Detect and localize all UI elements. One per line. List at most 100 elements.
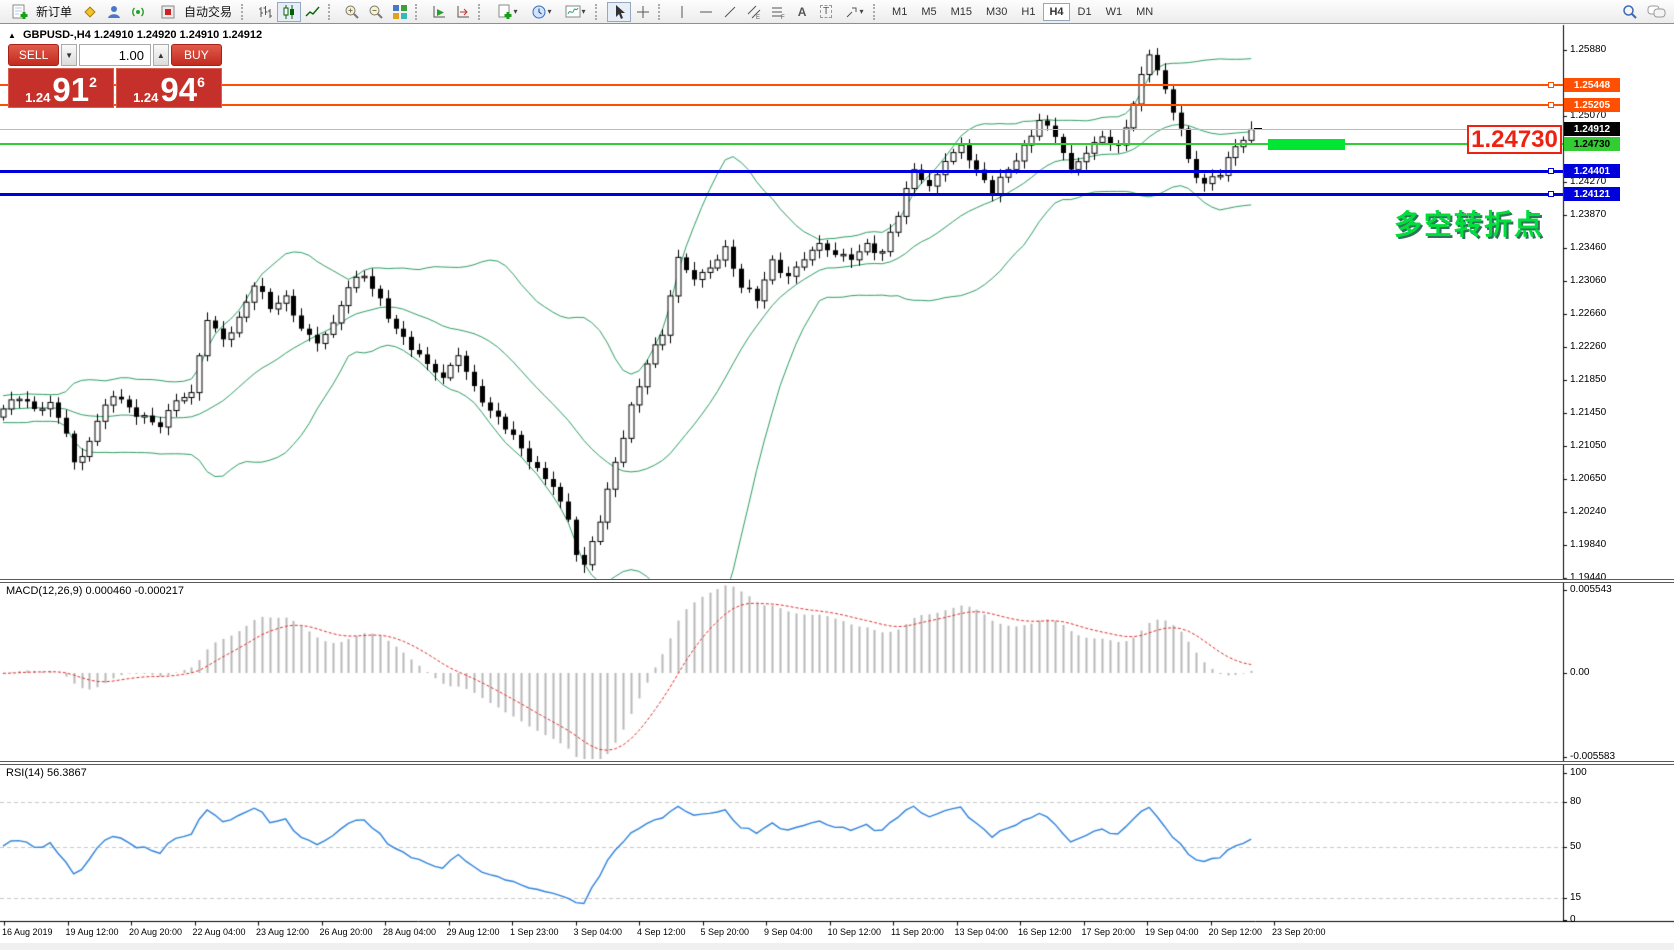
sell-button[interactable]: SELL <box>8 44 59 66</box>
price-callout-box[interactable]: 1.24730 <box>1467 125 1562 154</box>
one-click-trade-panel: SELL ▼ ▲ BUY 1.24 91 2 1.24 94 6 <box>8 44 222 108</box>
fibonacci-icon[interactable]: F <box>766 2 790 22</box>
price-line-badge: 1.24730 <box>1564 137 1620 151</box>
equidistant-channel-icon[interactable]: E <box>742 2 766 22</box>
tab-timeframe-M15[interactable]: M15 <box>945 3 978 21</box>
bid-price-big: 91 <box>52 76 89 104</box>
price-tick-label: 1.22260 <box>1570 341 1606 352</box>
rsi-axis-label: 100 <box>1570 767 1587 778</box>
crosshair-icon[interactable] <box>631 2 655 22</box>
auto-trading-button[interactable]: 自动交易 <box>150 2 238 22</box>
time-axis-label: 17 Sep 20:00 <box>1082 927 1136 937</box>
periods-dropdown[interactable]: ▾ <box>524 2 558 22</box>
tab-timeframe-MN[interactable]: MN <box>1130 3 1159 21</box>
tab-timeframe-W1[interactable]: W1 <box>1100 3 1129 21</box>
time-axis-label: 20 Sep 12:00 <box>1209 927 1263 937</box>
rsi-axis-label: 50 <box>1570 841 1581 852</box>
tab-timeframe-M1[interactable]: M1 <box>886 3 913 21</box>
text-icon[interactable]: A <box>790 2 814 22</box>
horizontal-line-icon[interactable] <box>694 2 718 22</box>
time-axis-label: 26 Aug 20:00 <box>320 927 373 937</box>
time-axis-label: 19 Sep 04:00 <box>1145 927 1199 937</box>
time-axis-label: 9 Sep 04:00 <box>764 927 813 937</box>
horizontal-line[interactable] <box>0 84 1563 86</box>
line-handle[interactable] <box>1548 191 1554 197</box>
price-tick-label: 1.20650 <box>1570 473 1606 484</box>
price-line-badge: 1.25448 <box>1564 78 1620 92</box>
chart-annotation-text[interactable]: 多空转折点 <box>1394 203 1544 243</box>
volume-input[interactable] <box>79 44 151 66</box>
tab-timeframe-D1[interactable]: D1 <box>1072 3 1098 21</box>
arrows-dropdown[interactable]: ▾ <box>838 2 870 22</box>
indicators-dropdown[interactable]: ▾ <box>558 2 592 22</box>
buy-button[interactable]: BUY <box>171 44 222 66</box>
rsi-label: RSI(14) 56.3867 <box>6 767 87 779</box>
search-icon[interactable] <box>1618 2 1642 22</box>
new-chart-dropdown[interactable]: ▾ <box>490 2 524 22</box>
candlestick-chart-icon[interactable] <box>277 2 301 22</box>
cursor-icon[interactable] <box>607 2 631 22</box>
tab-timeframe-M30[interactable]: M30 <box>980 3 1013 21</box>
time-axis-label: 19 Aug 12:00 <box>66 927 119 937</box>
svg-text:E: E <box>756 15 760 20</box>
ask-price-big: 94 <box>160 76 197 104</box>
time-axis-label: 23 Sep 20:00 <box>1272 927 1326 937</box>
volume-decrease-button[interactable]: ▼ <box>61 44 77 66</box>
price-line-badge: 1.24121 <box>1564 187 1620 201</box>
tile-windows-icon[interactable] <box>388 2 412 22</box>
macd-axis-label: 0.005543 <box>1570 584 1612 595</box>
ask-price-prefix: 1.24 <box>133 91 158 104</box>
time-axis-label: 4 Sep 12:00 <box>637 927 686 937</box>
new-order-button[interactable]: 新订单 <box>2 2 78 22</box>
price-tick-label: 1.21050 <box>1570 440 1606 451</box>
toolbar-separator <box>873 4 882 20</box>
zoom-out-icon[interactable] <box>364 2 388 22</box>
horizontal-line[interactable] <box>0 193 1563 196</box>
chart-profiles-icon[interactable] <box>78 2 102 22</box>
line-handle[interactable] <box>1548 102 1554 108</box>
signals-icon[interactable] <box>126 2 150 22</box>
bid-price-prefix: 1.24 <box>25 91 50 104</box>
trend-line-icon[interactable] <box>718 2 742 22</box>
current-price-line <box>0 129 1563 130</box>
text-label-icon[interactable]: T <box>814 2 838 22</box>
bar-chart-icon[interactable] <box>253 2 277 22</box>
bid-price-box[interactable]: 1.24 91 2 <box>8 68 114 108</box>
collapse-arrow-icon[interactable]: ▲ <box>8 31 16 40</box>
line-chart-icon[interactable] <box>301 2 325 22</box>
rsi-axis-label: 0 <box>1570 914 1576 925</box>
time-axis-label: 3 Sep 04:00 <box>574 927 623 937</box>
auto-trading-icon <box>156 2 180 22</box>
tab-timeframe-H1[interactable]: H1 <box>1015 3 1041 21</box>
pane-separator[interactable] <box>0 579 1674 583</box>
time-axis-label: 5 Sep 20:00 <box>701 927 750 937</box>
time-axis-label: 11 Sep 20:00 <box>891 927 944 937</box>
pane-separator[interactable] <box>0 761 1674 765</box>
horizontal-line[interactable] <box>0 170 1563 173</box>
price-tick-label: 1.21850 <box>1570 374 1606 385</box>
volume-increase-button[interactable]: ▲ <box>153 44 169 66</box>
line-handle[interactable] <box>1548 82 1554 88</box>
ask-price-box[interactable]: 1.24 94 6 <box>116 68 222 108</box>
tab-timeframe-M5[interactable]: M5 <box>915 3 942 21</box>
market-watch-icon[interactable] <box>102 2 126 22</box>
price-line-badge: 1.25205 <box>1564 98 1620 112</box>
time-axis-label: 28 Aug 04:00 <box>383 927 436 937</box>
toolbar-separator <box>658 4 667 20</box>
chat-icon[interactable] <box>1642 2 1672 22</box>
tab-timeframe-H4[interactable]: H4 <box>1043 3 1069 21</box>
price-tick-label: 1.20240 <box>1570 506 1606 517</box>
chart-shift-icon[interactable] <box>451 2 475 22</box>
line-handle[interactable] <box>1548 168 1554 174</box>
horizontal-line[interactable] <box>0 104 1563 106</box>
zoom-in-icon[interactable] <box>340 2 364 22</box>
vertical-line-icon[interactable] <box>670 2 694 22</box>
auto-scroll-icon[interactable] <box>427 2 451 22</box>
ohlc-values: 1.24910 1.24920 1.24910 1.24912 <box>94 29 262 41</box>
price-tick-label: 1.23870 <box>1570 209 1606 220</box>
highlight-zone[interactable] <box>1268 139 1345 150</box>
macd-label: MACD(12,26,9) 0.000460 -0.000217 <box>6 585 184 597</box>
time-axis-label: 13 Sep 04:00 <box>955 927 1009 937</box>
rsi-axis-label: 15 <box>1570 892 1581 903</box>
toolbar-separator <box>595 4 604 20</box>
